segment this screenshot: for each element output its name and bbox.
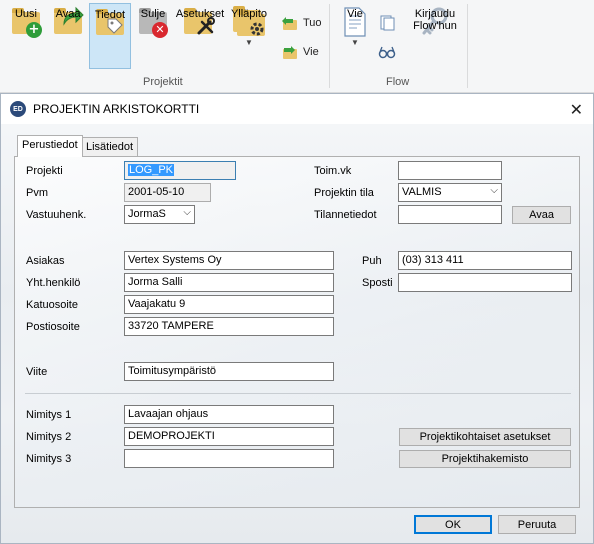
puh-field[interactable]: (03) 313 411: [398, 251, 572, 270]
tab-panel-perustiedot: Projekti LOG_PK Pvm 2001-05-10 Vastuuhen…: [14, 156, 580, 508]
dialog-titlebar: ED PROJEKTIN ARKISTOKORTTI ✕: [1, 94, 593, 124]
pvm-field[interactable]: 2001-05-10: [124, 183, 211, 202]
flow-view-button[interactable]: [378, 41, 400, 63]
group-label-projektit: Projektit: [143, 76, 183, 88]
toim-vk-field[interactable]: [398, 161, 502, 180]
glasses-icon: [378, 44, 396, 60]
label-yht-henkilo: Yht.henkilö: [26, 277, 81, 289]
yllapito-dropdown[interactable]: Ylläpito ▼: [228, 3, 270, 69]
label-katuosoite: Katuosoite: [26, 299, 78, 311]
ribbon-separator: [329, 4, 330, 88]
projektihakemisto-button[interactable]: Projektihakemisto: [399, 450, 571, 468]
app-logo-icon: ED: [10, 101, 26, 117]
label-nimitys2: Nimitys 2: [26, 431, 72, 443]
peruuta-button[interactable]: Peruuta: [498, 515, 576, 534]
tuo-button[interactable]: Tuo: [281, 12, 322, 34]
divider: [25, 393, 571, 394]
tilannetiedot-field[interactable]: [398, 205, 502, 224]
asiakas-field[interactable]: Vertex Systems Oy: [124, 251, 334, 270]
sulje-button[interactable]: ✕ Sulje: [134, 3, 172, 69]
label-vastuuhenk: Vastuuhenk.: [26, 209, 87, 221]
label-toim-vk: Toim.vk: [314, 165, 352, 177]
nimitys1-field[interactable]: Lavaajan ohjaus: [124, 405, 334, 424]
label-postiosoite: Postiosoite: [26, 321, 80, 333]
chevron-down-icon: ▼: [245, 38, 253, 47]
uusi-button[interactable]: + Uusi: [8, 3, 44, 69]
arkistokortti-dialog: ED PROJEKTIN ARKISTOKORTTI ✕ Perustiedot…: [0, 93, 594, 544]
postiosoite-field[interactable]: 33720 TAMPERE: [124, 317, 334, 336]
katuosoite-field[interactable]: Vaajakatu 9: [124, 295, 334, 314]
group-label-flow: Flow: [386, 76, 410, 88]
label-asiakas: Asiakas: [26, 255, 65, 267]
dialog-title: PROJEKTIN ARKISTOKORTTI: [33, 102, 200, 116]
avaa-tilannetiedot-button[interactable]: Avaa: [512, 206, 571, 224]
ribbon-separator: [467, 4, 468, 88]
viite-field[interactable]: Toimitusympäristö: [124, 362, 334, 381]
import-icon: [281, 15, 299, 31]
tab-perustiedot[interactable]: Perustiedot: [17, 135, 83, 157]
avaa-button[interactable]: Avaa: [50, 3, 86, 69]
label-projekti: Projekti: [26, 165, 63, 177]
tiedot-button[interactable]: Tiedot: [89, 3, 131, 69]
label-viite: Viite: [26, 366, 48, 378]
label-puh: Puh: [362, 255, 382, 267]
label-nimitys1: Nimitys 1: [26, 409, 72, 421]
nimitys2-field[interactable]: DEMOPROJEKTI: [124, 427, 334, 446]
projektikohtaiset-asetukset-button[interactable]: Projektikohtaiset asetukset: [399, 428, 571, 446]
ribbon: + Uusi Avaa Tiedot ✕ Sulje Asetukset Yll…: [0, 0, 594, 93]
chevron-down-icon: ▼: [351, 38, 359, 47]
nimitys3-field[interactable]: [124, 449, 334, 468]
label-pvm: Pvm: [26, 187, 48, 199]
yht-henkilo-field[interactable]: Jorma Salli: [124, 273, 334, 292]
close-icon[interactable]: ✕: [570, 100, 583, 119]
projekti-field[interactable]: LOG_PK: [124, 161, 236, 180]
vie-export-button[interactable]: Vie: [281, 41, 319, 63]
sposti-field[interactable]: [398, 273, 572, 292]
projektin-tila-select[interactable]: VALMIS ⌵: [398, 183, 502, 202]
ok-button[interactable]: OK: [414, 515, 492, 534]
label-projektin-tila: Projektin tila: [314, 187, 374, 199]
flow-vie-dropdown[interactable]: Vie ▼: [338, 3, 372, 69]
label-sposti: Sposti: [362, 277, 393, 289]
kirjaudu-flowhun-button[interactable]: Kirjaudu Flow'hun: [407, 3, 463, 69]
chevron-down-icon: ⌵: [490, 185, 498, 196]
asetukset-button[interactable]: Asetukset: [174, 3, 226, 69]
dialog-client: Perustiedot Lisätiedot Projekti LOG_PK P…: [1, 124, 593, 543]
vastuuhenk-select[interactable]: JormaS ⌵: [124, 205, 195, 224]
export-icon: [281, 44, 299, 60]
tab-lisatiedot[interactable]: Lisätiedot: [81, 137, 139, 157]
label-tilannetiedot: Tilannetiedot: [314, 209, 377, 221]
label-nimitys3: Nimitys 3: [26, 453, 72, 465]
flow-documents-button[interactable]: [378, 12, 400, 34]
chevron-down-icon: ⌵: [183, 207, 191, 218]
documents-icon: [378, 15, 396, 31]
